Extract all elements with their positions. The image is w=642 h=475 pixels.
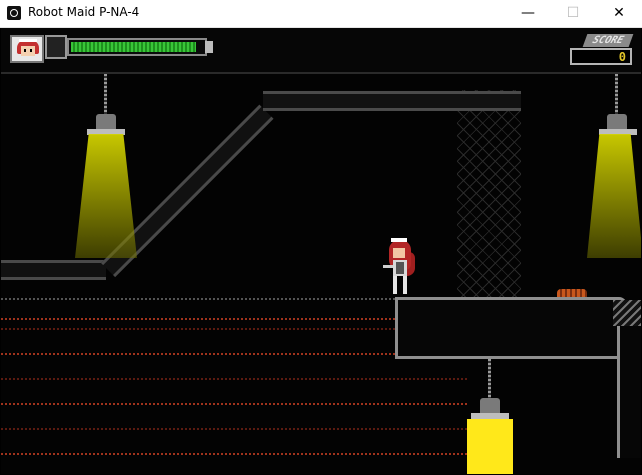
platform-wall <box>617 318 641 458</box>
health-bar-fill <box>71 42 196 52</box>
floor-stripe-1 <box>1 318 395 320</box>
health-bar-end <box>205 41 213 53</box>
lamp-chain-bottom <box>488 359 491 399</box>
maximize-button[interactable]: ☐ <box>550 0 596 27</box>
title-bar[interactable]: Robot Maid P-NA-4 — ☐ ✕ <box>0 0 642 28</box>
app-icon <box>7 6 21 20</box>
lamp-chain-right <box>615 74 618 114</box>
player-robot-maid <box>381 238 421 296</box>
lamp-chain-left <box>104 74 107 114</box>
minimize-button[interactable]: — <box>505 0 551 27</box>
lamp-bulb-bottom <box>467 419 513 474</box>
lamp-head-right <box>607 114 627 130</box>
score-value: 0 <box>618 50 626 64</box>
pipe-lower-left <box>1 260 106 280</box>
floor-stripe-4 <box>1 378 467 380</box>
game-canvas[interactable]: SCORE 0 <box>1 28 641 474</box>
game-window: Robot Maid P-NA-4 — ☐ ✕ SCORE 0 <box>0 0 642 475</box>
score-label: SCORE <box>582 34 634 47</box>
platform-ramp <box>613 300 641 326</box>
lamp-head-bottom <box>480 398 500 414</box>
walkway-edge <box>1 298 395 300</box>
health-bar-cap <box>45 35 67 59</box>
lamp-head-left <box>96 114 116 130</box>
score-box: 0 <box>570 48 632 65</box>
metal-platform <box>395 297 627 359</box>
floor-stripe-2 <box>1 328 395 330</box>
maid-portrait-icon <box>10 35 44 63</box>
pipe-upper <box>263 91 521 111</box>
hud-bar: SCORE 0 <box>1 28 641 74</box>
crawler-enemy <box>557 289 587 297</box>
close-button[interactable]: ✕ <box>596 0 642 27</box>
floor-stripe-3 <box>1 353 395 355</box>
floor-stripe-5 <box>1 403 467 405</box>
health-bar-tube <box>67 38 207 56</box>
floor-stripe-6 <box>1 428 467 430</box>
health-bar <box>45 35 215 61</box>
floor-stripe-7 <box>1 453 467 455</box>
window-title: Robot Maid P-NA-4 <box>28 5 140 19</box>
